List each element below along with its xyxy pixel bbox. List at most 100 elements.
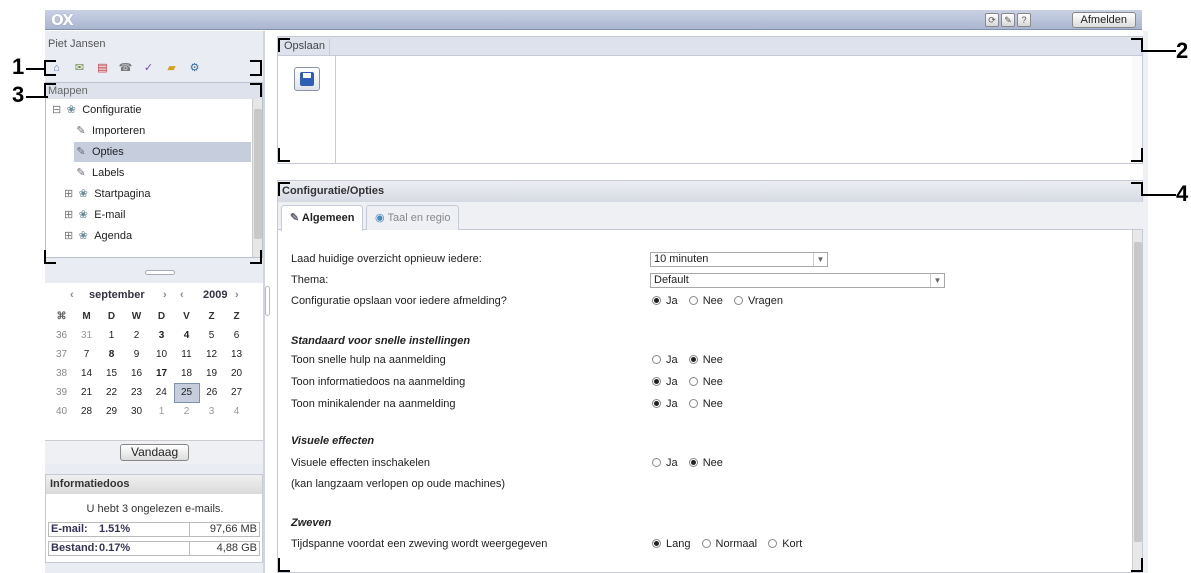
radio-yes[interactable] <box>652 355 661 364</box>
calendar-day[interactable]: 4 <box>174 326 199 345</box>
radio-yes[interactable] <box>652 377 661 386</box>
calendar-day[interactable]: 4 <box>224 402 249 421</box>
folder-item[interactable]: ⊞ ❀ Startpagina <box>64 184 150 204</box>
calendar-day[interactable]: 26 <box>199 383 224 402</box>
folder-item[interactable]: ✎ Opties <box>74 142 251 162</box>
hover-delay-radios: Lang Normaal Kort <box>652 538 810 550</box>
tab-general[interactable]: ✎ Algemeen <box>281 205 364 231</box>
calendar-day[interactable]: 10 <box>149 345 174 364</box>
week-number[interactable]: 37 <box>49 345 74 364</box>
toolbar-scrollbar[interactable] <box>1132 56 1142 163</box>
calendar-month[interactable]: september <box>89 289 145 301</box>
calendar-day[interactable]: 18 <box>174 364 199 383</box>
next-month-icon[interactable]: › <box>163 289 167 301</box>
expand-icon[interactable]: ⊞ <box>64 188 73 200</box>
prev-month-icon[interactable]: ‹ <box>70 289 74 301</box>
calendar-day[interactable]: 16 <box>124 364 149 383</box>
calendar-day[interactable]: 22 <box>99 383 124 402</box>
calendar-year[interactable]: 2009 <box>203 289 227 301</box>
calendar-day[interactable]: 15 <box>99 364 124 383</box>
radio-normal[interactable] <box>701 539 711 548</box>
calendar-day[interactable]: 3 <box>149 326 174 345</box>
folder-item[interactable]: ✎ Importeren <box>74 121 145 141</box>
refresh-icon[interactable]: ⟳ <box>985 13 999 27</box>
radio-no[interactable] <box>688 458 698 467</box>
save-button[interactable] <box>294 67 320 91</box>
calendar-day[interactable]: 3 <box>199 402 224 421</box>
sidebar-splitter-handle[interactable] <box>145 270 175 275</box>
folder-item[interactable]: ✎ Labels <box>74 163 124 183</box>
calendar-day[interactable]: 30 <box>124 402 149 421</box>
calendar-day[interactable]: 8 <box>99 345 124 364</box>
calendar-icon[interactable]: ▤ <box>94 60 111 77</box>
expand-icon[interactable]: ⊞ <box>64 230 73 242</box>
radio-ask[interactable] <box>733 296 743 305</box>
mail-icon[interactable]: ✉ <box>71 60 88 77</box>
calendar-day[interactable]: 1 <box>149 402 174 421</box>
calendar-day[interactable]: 2 <box>174 402 199 421</box>
scrollbar-thumb[interactable] <box>1134 242 1142 542</box>
options-scrollbar[interactable] <box>1132 230 1142 572</box>
contacts-icon[interactable]: ☎ <box>117 60 134 77</box>
calendar-day[interactable]: 31 <box>74 326 99 345</box>
week-number[interactable]: 39 <box>49 383 74 402</box>
calendar-day[interactable]: 2 <box>124 326 149 345</box>
theme-select[interactable]: Default ▼ <box>650 273 945 288</box>
logout-button[interactable]: Afmelden <box>1071 12 1136 28</box>
folder-tree-scrollbar[interactable] <box>252 99 262 257</box>
callout-bracket <box>278 38 290 52</box>
calendar-day[interactable]: 11 <box>174 345 199 364</box>
prev-year-icon[interactable]: ‹ <box>180 289 184 301</box>
wrench-icon: ✎ <box>76 146 86 158</box>
week-view-icon[interactable]: ⌘ <box>49 307 74 326</box>
radio-no[interactable] <box>688 296 698 305</box>
configuration-icon[interactable]: ⚙ <box>186 60 203 77</box>
next-year-icon[interactable]: › <box>235 289 239 301</box>
radio-short[interactable] <box>768 539 778 548</box>
calendar-day[interactable]: 23 <box>124 383 149 402</box>
folder-item[interactable]: ⊞ ❀ Agenda <box>64 226 132 246</box>
calendar-day[interactable]: 28 <box>74 402 99 421</box>
unread-mail-message[interactable]: U hebt 3 ongelezen e-mails. <box>46 503 264 515</box>
help-icon[interactable]: ? <box>1017 13 1031 27</box>
radio-no[interactable] <box>688 399 698 408</box>
infostore-icon[interactable]: ▰ <box>163 60 180 77</box>
radio-yes[interactable] <box>652 296 661 305</box>
calendar-day[interactable]: 13 <box>224 345 249 364</box>
calendar-day[interactable]: 17 <box>149 364 174 383</box>
calendar-day-today[interactable]: 25 <box>173 382 200 403</box>
calendar-day[interactable]: 12 <box>199 345 224 364</box>
radio-yes[interactable] <box>652 458 661 467</box>
minical-radios: Ja Nee <box>652 398 731 410</box>
settings-icon[interactable]: ✎ <box>1001 13 1015 27</box>
week-number[interactable]: 38 <box>49 364 74 383</box>
week-number[interactable]: 36 <box>49 326 74 345</box>
calendar-day[interactable]: 1 <box>99 326 124 345</box>
radio-long[interactable] <box>652 539 661 548</box>
tasks-icon[interactable]: ✓ <box>140 60 157 77</box>
calendar-day[interactable]: 21 <box>74 383 99 402</box>
radio-no[interactable] <box>688 377 698 386</box>
calendar-day[interactable]: 5 <box>199 326 224 345</box>
calendar-day[interactable]: 27 <box>224 383 249 402</box>
reload-interval-select[interactable]: 10 minuten ▼ <box>650 252 828 267</box>
week-number[interactable]: 40 <box>49 402 74 421</box>
folder-item[interactable]: ⊞ ❀ E-mail <box>64 205 125 225</box>
calendar-day[interactable]: 19 <box>199 364 224 383</box>
calendar-day[interactable]: 24 <box>149 383 174 402</box>
folder-item[interactable]: ⊟ ❀ Configuratie <box>52 100 142 120</box>
calendar-day[interactable]: 6 <box>224 326 249 345</box>
scrollbar-thumb[interactable] <box>254 109 262 239</box>
tab-language-region[interactable]: ◉ Taal en regio <box>366 205 460 230</box>
calendar-day[interactable]: 29 <box>99 402 124 421</box>
today-button[interactable]: Vandaag <box>120 444 190 461</box>
column-splitter-handle[interactable] <box>265 286 270 316</box>
expand-icon[interactable]: ⊞ <box>64 209 73 221</box>
collapse-icon[interactable]: ⊟ <box>52 104 61 116</box>
calendar-day[interactable]: 20 <box>224 364 249 383</box>
radio-no[interactable] <box>688 355 698 364</box>
radio-yes[interactable] <box>652 399 661 408</box>
calendar-day[interactable]: 14 <box>74 364 99 383</box>
calendar-day[interactable]: 9 <box>124 345 149 364</box>
calendar-day[interactable]: 7 <box>74 345 99 364</box>
